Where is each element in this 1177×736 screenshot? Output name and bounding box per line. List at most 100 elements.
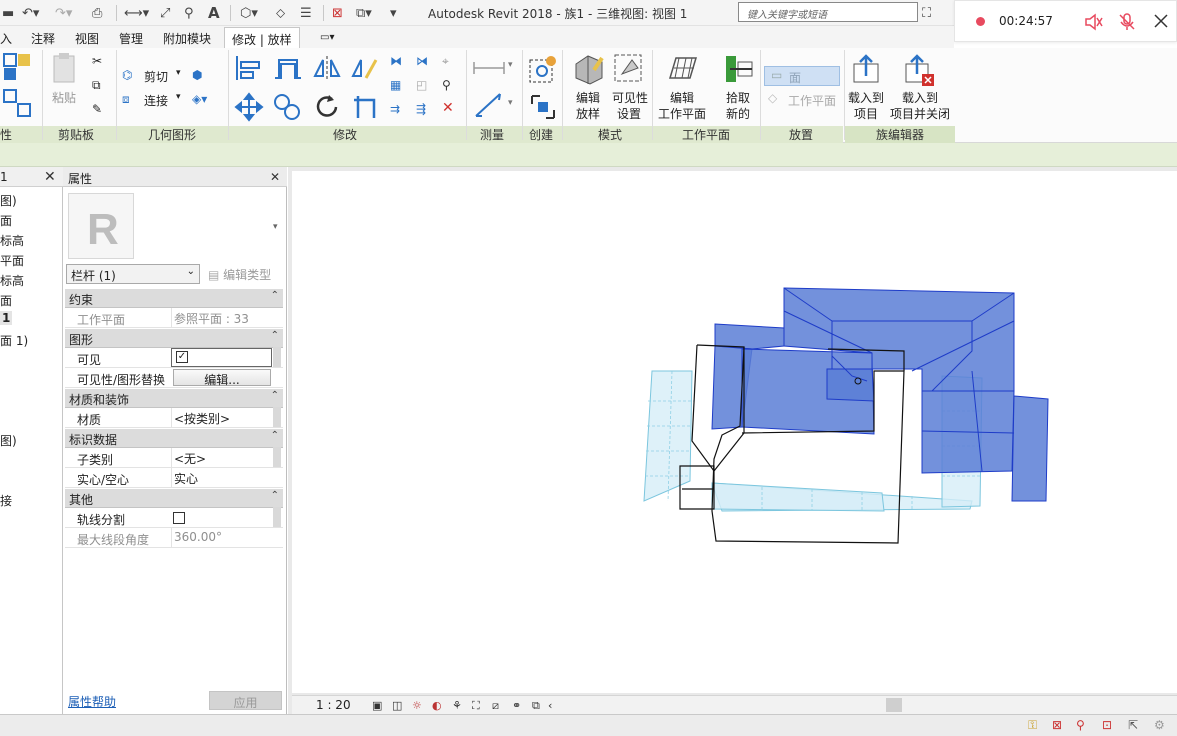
search-input[interactable]: 键入关键字或短语 <box>738 2 918 22</box>
edit-work-plane-icon[interactable] <box>666 52 700 86</box>
select-underlay-icon[interactable]: ⊠ <box>1052 718 1062 732</box>
cut-geometry-icon[interactable]: ⌬ <box>122 68 132 82</box>
align-icon[interactable] <box>234 54 264 82</box>
type-properties-icon[interactable] <box>2 88 34 120</box>
switch-windows-icon[interactable]: ⧉▾ <box>356 4 372 22</box>
edit-visibility-button[interactable]: 编辑... <box>173 369 271 387</box>
view-scale[interactable]: 1 : 20 <box>316 698 351 712</box>
3d-view-icon[interactable]: ⬡▾ <box>240 4 258 22</box>
place-on-face-button[interactable]: ▭ 面 <box>764 66 840 86</box>
select-by-face-icon[interactable]: ⊡ <box>1102 718 1112 732</box>
tab-view[interactable]: 视图 <box>75 30 99 47</box>
measure-dropdown-icon[interactable]: ▾ <box>508 60 513 70</box>
horizontal-scrollbar-thumb[interactable] <box>886 698 902 712</box>
undo-icon[interactable]: ↶▾ <box>22 4 39 22</box>
section-identity-data[interactable]: 标识数据 ⌃ <box>65 429 283 448</box>
crop-view-icon[interactable]: ⛶ <box>472 699 480 713</box>
rotate-icon[interactable] <box>312 92 342 122</box>
trim-multiple-icon[interactable]: ⇉ <box>390 102 400 116</box>
material-value[interactable]: <按类别> <box>171 408 271 427</box>
speaker-muted-icon[interactable] <box>1083 12 1103 32</box>
section-constraints[interactable]: 约束 ⌃ <box>65 289 283 308</box>
scroll-left-icon[interactable]: ‹ <box>548 699 552 712</box>
properties-icon[interactable] <box>2 52 34 84</box>
move-icon[interactable] <box>234 92 264 122</box>
close-icon[interactable] <box>1153 13 1169 29</box>
browser-item[interactable]: 图) <box>0 192 17 209</box>
type-selector-dropdown-icon[interactable]: ▾ <box>273 222 278 232</box>
reveal-hidden-icon[interactable]: ⧉ <box>532 699 540 713</box>
split-face-icon[interactable]: ◈▾ <box>192 92 207 106</box>
tab-manage[interactable]: 管理 <box>119 30 143 47</box>
aligned-dimension-icon[interactable] <box>472 90 506 120</box>
quick-access-open-icon[interactable]: ▬ <box>2 4 14 22</box>
edit-type-button[interactable]: ▤ 编辑类型 <box>204 264 282 284</box>
unpin-icon[interactable]: ⌖ <box>442 54 449 69</box>
load-and-close-icon[interactable] <box>902 52 936 86</box>
copy-icon[interactable]: ⧉ <box>92 78 101 93</box>
delete-icon[interactable]: ✕ <box>442 100 454 116</box>
tag-icon[interactable]: ⚲ <box>184 4 194 22</box>
trim-extend-icon[interactable] <box>350 92 380 122</box>
section-graphics[interactable]: 图形 ⌃ <box>65 329 283 348</box>
select-pinned-icon[interactable]: ⚲ <box>1076 718 1085 732</box>
temp-hide-icon[interactable]: ⚭ <box>512 699 521 712</box>
dimension-dropdown-icon[interactable]: ▾ <box>508 98 513 108</box>
cut-dropdown-icon[interactable]: ▾ <box>176 68 181 78</box>
print-icon[interactable]: ⎙ <box>92 4 102 22</box>
match-type-icon[interactable]: ✎ <box>92 102 102 116</box>
visible-checkbox[interactable]: ✓ <box>176 351 188 363</box>
tab-addins[interactable]: 附加模块 <box>163 30 211 47</box>
wall-joins-icon[interactable]: ⬢ <box>192 68 202 82</box>
dimension-icon[interactable]: ⤢ <box>160 4 170 22</box>
render-icon[interactable]: ⚘ <box>452 699 462 712</box>
redo-icon[interactable]: ↷▾ <box>55 4 72 22</box>
mirror-draw-axis-icon[interactable] <box>350 54 380 82</box>
trim-single-icon[interactable]: ⇶ <box>416 102 426 116</box>
place-on-workplane-button[interactable]: ◇ 工作平面 <box>764 90 840 110</box>
load-into-project-icon[interactable] <box>850 52 882 86</box>
section-other[interactable]: 其他 ⌃ <box>65 489 283 508</box>
drag-elements-icon[interactable]: ⇱ <box>1128 718 1138 732</box>
thin-lines-icon[interactable]: ☰ <box>300 4 312 22</box>
browser-item[interactable]: 面 1) <box>0 332 28 349</box>
split-gap-icon[interactable]: ⧒ <box>416 54 428 68</box>
apply-button[interactable]: 应用 <box>209 691 282 710</box>
close-hidden-icon[interactable]: ⊠ <box>332 4 343 22</box>
tab-insert[interactable]: 入 <box>0 30 12 47</box>
text-icon[interactable]: A <box>208 4 220 22</box>
mirror-pick-axis-icon[interactable] <box>312 54 342 82</box>
show-crop-region-icon[interactable]: ⧄ <box>492 699 499 713</box>
join-geometry-button[interactable]: 连接 <box>144 92 168 109</box>
edit-sweep-icon[interactable] <box>572 52 606 86</box>
shadows-icon[interactable]: ◐ <box>432 699 442 712</box>
section-icon[interactable]: ⬦ <box>276 4 285 22</box>
offset-icon[interactable] <box>272 54 302 82</box>
browser-item-active-view[interactable]: 1 <box>0 311 13 325</box>
array-icon[interactable]: ▦ <box>390 78 401 92</box>
ribbon-toggle-icon[interactable]: ▭▾ <box>320 32 334 43</box>
measure-icon[interactable]: ⟷▾ <box>124 4 149 22</box>
close-icon[interactable]: ✕ <box>44 169 56 185</box>
trajectory-checkbox[interactable] <box>173 512 185 524</box>
pick-new-host-icon[interactable] <box>722 52 756 86</box>
properties-help-link[interactable]: 属性帮助 <box>68 693 116 710</box>
split-element-icon[interactable]: ⧓ <box>390 54 402 68</box>
section-materials[interactable]: 材质和装饰 ⌃ <box>65 389 283 408</box>
tab-annotate[interactable]: 注释 <box>31 30 55 47</box>
join-dropdown-icon[interactable]: ▾ <box>176 92 181 102</box>
browser-item[interactable]: 平面 <box>0 252 24 269</box>
sweep-model[interactable] <box>292 171 1177 693</box>
close-icon[interactable]: ✕ <box>270 170 280 184</box>
customize-qat-icon[interactable]: ▾ <box>390 4 397 22</box>
scissors-icon[interactable]: ✂ <box>92 54 102 68</box>
3d-view-canvas[interactable] <box>292 171 1177 693</box>
scale-icon[interactable]: ◰ <box>416 78 427 92</box>
create-group-icon[interactable] <box>528 54 558 84</box>
browser-item[interactable]: 面 <box>0 292 12 309</box>
join-geometry-icon[interactable]: ⧈ <box>122 92 130 107</box>
select-links-icon[interactable]: ⚿ <box>1028 718 1037 733</box>
solid-void-value[interactable]: 实心 <box>171 468 271 487</box>
browser-item[interactable]: 图) <box>0 432 17 449</box>
copy-element-icon[interactable] <box>272 92 302 122</box>
